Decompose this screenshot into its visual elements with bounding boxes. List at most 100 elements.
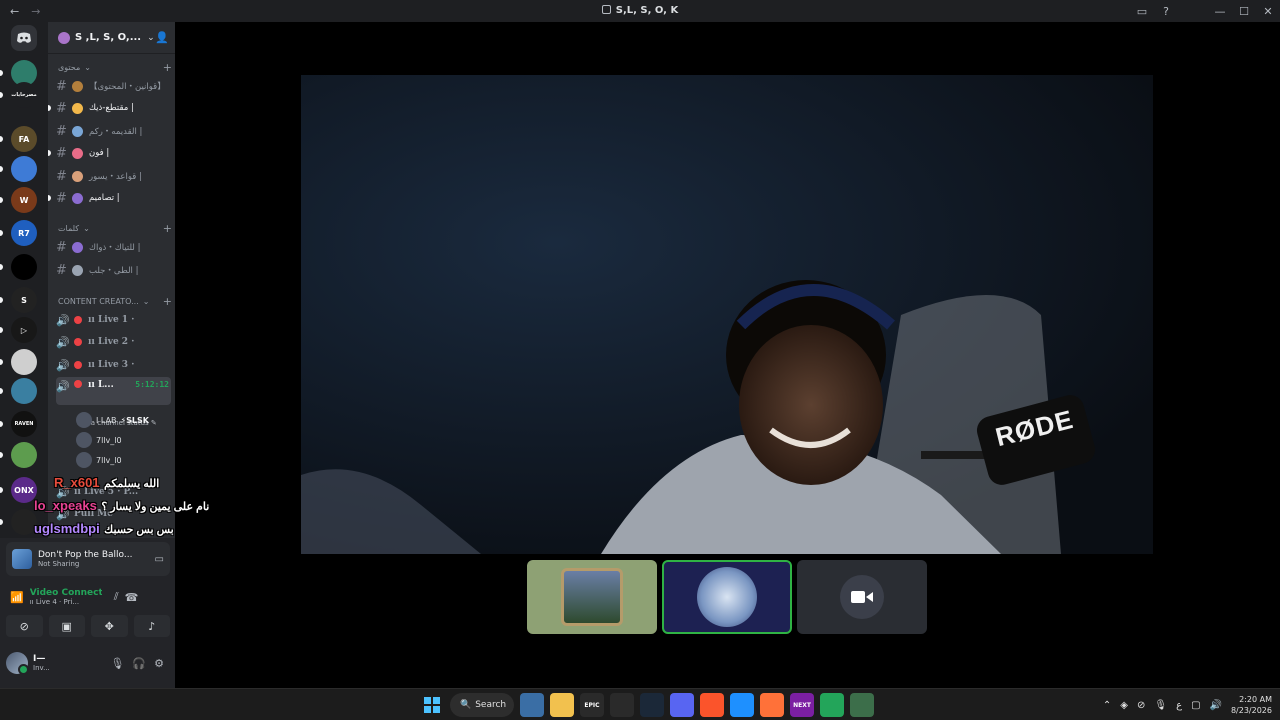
mic-tray-icon[interactable]: 🎙 [1154,700,1167,711]
window-title-text: S,L, S, O, K [615,5,679,16]
minimize-button[interactable]: — [1208,5,1232,18]
server-icon[interactable]: S [11,287,37,313]
server-icon[interactable] [11,378,37,404]
voice-channel[interactable]: 🔊 ıı Live 2 · [56,332,171,352]
activities-button[interactable]: ✥ [91,615,128,637]
screen-share-button[interactable]: ▣ [48,615,85,637]
add-channel-icon[interactable]: + [163,222,172,235]
language-indicator[interactable]: ع [1176,700,1182,711]
voice-channel[interactable]: 🔊 ıı Live 1 · [56,310,171,330]
voice-channel[interactable]: 🔊 ıı Live 3 · [56,355,171,375]
network-off-icon[interactable]: ⊘ [1137,700,1145,711]
disconnect-icon[interactable]: ☎ [125,591,139,604]
server-icon[interactable] [11,442,37,468]
voice-channel[interactable]: 🔊 Pull Me [56,504,171,524]
camera-off-button[interactable]: ⊘ [6,615,43,637]
discord-home-button[interactable] [11,25,37,51]
server-icon[interactable]: RAVEN [11,411,37,437]
text-channel[interactable]: # تصاميم | [56,188,171,208]
camera-icon [851,591,873,603]
add-channel-icon[interactable]: + [163,61,172,74]
add-member-icon[interactable]: 👤 [155,31,169,44]
server-icon[interactable] [11,156,37,182]
signal-icon[interactable]: 📶 [10,591,24,604]
main-video-feed[interactable]: RØDE [301,75,1153,554]
noise-suppression-icon[interactable]: ⫽ [114,590,119,604]
discord-logo-icon [17,32,31,43]
voice-channel[interactable]: 🔊 ıı L... 5:12:12 [56,377,171,405]
headphones-icon[interactable]: 🎧 [132,657,146,670]
voice-user[interactable]: I LAB ⚡SLSK [76,411,149,429]
taskbar-app-icon[interactable] [700,693,724,717]
participant-tile-3[interactable] [797,560,927,634]
server-label: FA [18,134,30,144]
text-channel[interactable]: # القديمه・ركم | [56,121,171,141]
server-icon[interactable]: W [11,187,37,213]
participant-tile-1[interactable] [527,560,657,634]
text-channel[interactable]: # فون | [56,143,171,163]
server-icon[interactable] [11,509,37,535]
inbox-icon[interactable]: ▭ [1130,5,1154,18]
server-icon[interactable] [11,349,37,375]
text-channel[interactable]: # الطى・جلب | [56,260,171,280]
current-user[interactable]: I— Inv... 🎙 🎧 ⚙ [6,648,170,678]
voice-channel-name: ıı Live 1 · [88,315,135,325]
settings-gear-icon[interactable]: ⚙ [154,657,164,670]
back-arrow-icon[interactable]: ← [10,5,19,18]
voice-channel-name: Pull Me [74,509,113,519]
taskbar-app-icon[interactable] [520,693,544,717]
guild-header[interactable]: S ,L, S, O,... ⌄ 👤 [48,22,175,54]
taskbar-app-icon[interactable] [760,693,784,717]
participant-tile-2[interactable] [662,560,792,634]
server-icon[interactable]: ONX [11,477,37,503]
windows-start-icon[interactable] [420,693,444,717]
text-channel[interactable]: # للتياك・ذواك | [56,237,171,257]
user-status: Inv... [33,664,50,672]
taskbar-app-icon[interactable] [610,693,634,717]
display-icon[interactable]: ▢ [1191,700,1200,711]
taskbar-app-icon[interactable]: NEXT [790,693,814,717]
taskbar-app-icon[interactable] [820,693,844,717]
voice-connected-channel[interactable]: ıı Live 4 · Pri... [30,598,102,606]
taskbar-app-icon[interactable]: EPIC [580,693,604,717]
add-channel-icon[interactable]: + [163,295,172,308]
unread-indicator [0,388,3,394]
taskbar-app-icon[interactable] [850,693,874,717]
text-channel[interactable]: # قواعد・يسور | [56,166,171,186]
taskbar-app-icon[interactable] [670,693,694,717]
title-bar: ← → S,L, S, O, K ▭ ? — ☐ ✕ [0,0,1280,22]
voice-connected-title[interactable]: Video Connected [30,588,102,598]
text-channel[interactable]: # 【قوانين・المحتوى】 [56,76,171,96]
voice-user[interactable]: 7llv_l0 [76,431,122,449]
tray-app-icon[interactable]: ◈ [1120,700,1128,711]
close-button[interactable]: ✕ [1256,5,1280,18]
voice-channel[interactable]: 🔊 ıı Live 5 · P... [56,482,171,502]
taskbar-app-icon[interactable] [640,693,664,717]
server-icon[interactable]: مصرحايات [11,82,37,108]
server-icon[interactable]: R7 [11,220,37,246]
volume-icon[interactable]: 🔊 [1210,700,1222,711]
forward-arrow-icon[interactable]: → [31,5,40,18]
voice-user[interactable]: 7llv_l0 [76,451,122,469]
tray-chevron-icon[interactable]: ⌃ [1103,700,1111,711]
help-icon[interactable]: ? [1154,5,1178,18]
category-content[interactable]: محتوى ⌄ + [58,60,172,74]
taskbar-app-icon[interactable] [730,693,754,717]
clock[interactable]: 2:20 AM 8/23/2026 [1231,694,1272,716]
channel-emoji-icon [72,80,83,92]
soundboard-button[interactable]: ♪ [133,615,170,637]
avatar [76,452,92,468]
server-icon[interactable] [11,254,37,280]
search-box[interactable]: 🔍 Search [450,693,514,717]
screen-share-icon[interactable]: ▭ [155,554,164,565]
server-icon[interactable]: ▷ [11,317,37,343]
maximize-button[interactable]: ☐ [1232,5,1256,18]
microphone-icon[interactable]: 🎙 [110,657,124,670]
text-channel[interactable]: # مقتطع-ذيك | [56,98,171,118]
activity-card[interactable]: Don't Pop the Ballo... Not Sharing ▭ [6,542,170,576]
taskbar: 🔍 Search EPIC NEXT ⌃ ◈ ⊘ 🎙 ع ▢ 🔊 2:20 AM 8… [0,688,1280,720]
category-content-creators[interactable]: CONTENT CREATO... ⌄ + [58,294,172,308]
taskbar-app-icon[interactable] [550,693,574,717]
category-kalimat[interactable]: كلمات ⌄ + [58,221,172,235]
server-icon[interactable]: FA [11,126,37,152]
